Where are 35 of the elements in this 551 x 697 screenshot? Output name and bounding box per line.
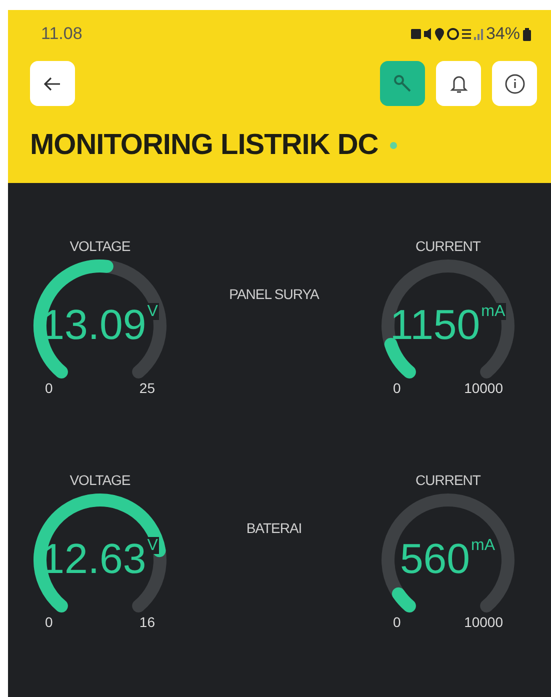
signal-icon bbox=[474, 28, 483, 40]
gauge-label: CURRENT bbox=[416, 472, 480, 488]
gauge-reading: 560$^{mA}$ bbox=[398, 536, 498, 582]
section-title: PANEL SURYA bbox=[229, 286, 319, 304]
gauge-max: 16 bbox=[139, 614, 155, 630]
section-title: BATERAI bbox=[246, 520, 302, 538]
gauge-min: 0 bbox=[45, 614, 53, 630]
battery-percent: 34% bbox=[486, 24, 520, 44]
gauge-min: 0 bbox=[45, 380, 53, 396]
clock-time: 11.08 bbox=[41, 24, 82, 44]
notifications-button[interactable] bbox=[436, 61, 481, 106]
info-button[interactable] bbox=[492, 61, 537, 106]
gauge-min: 0 bbox=[393, 614, 401, 630]
back-button[interactable] bbox=[30, 61, 75, 106]
hotspot-icon bbox=[446, 28, 459, 40]
gauge-min: 0 bbox=[393, 380, 401, 396]
gauge-reading: 12.63$^{V}$ bbox=[40, 536, 160, 582]
gauge-reading: 13.09$^{V}$ bbox=[40, 302, 160, 348]
gauge-max: 25 bbox=[139, 380, 155, 396]
square-icon bbox=[410, 29, 421, 39]
battery-icon bbox=[523, 28, 531, 40]
status-dot bbox=[390, 142, 398, 149]
gauge-reading: 1150$^{mA}$ bbox=[388, 302, 508, 348]
settings-button[interactable] bbox=[380, 61, 425, 106]
gauge-max: 10000 bbox=[464, 614, 503, 630]
gauge-label: VOLTAGE bbox=[70, 238, 130, 254]
location-icon bbox=[434, 28, 444, 40]
gauge-fill bbox=[392, 587, 416, 612]
mute-icon bbox=[424, 28, 432, 40]
gauge-fill bbox=[384, 338, 416, 378]
gauge-label: CURRENT bbox=[416, 238, 480, 254]
info-icon bbox=[504, 72, 526, 94]
gauge-label: VOLTAGE bbox=[70, 472, 130, 488]
page-title: MONITORING LISTRIK DC bbox=[30, 129, 378, 162]
gauge-max: 10000 bbox=[464, 380, 503, 396]
